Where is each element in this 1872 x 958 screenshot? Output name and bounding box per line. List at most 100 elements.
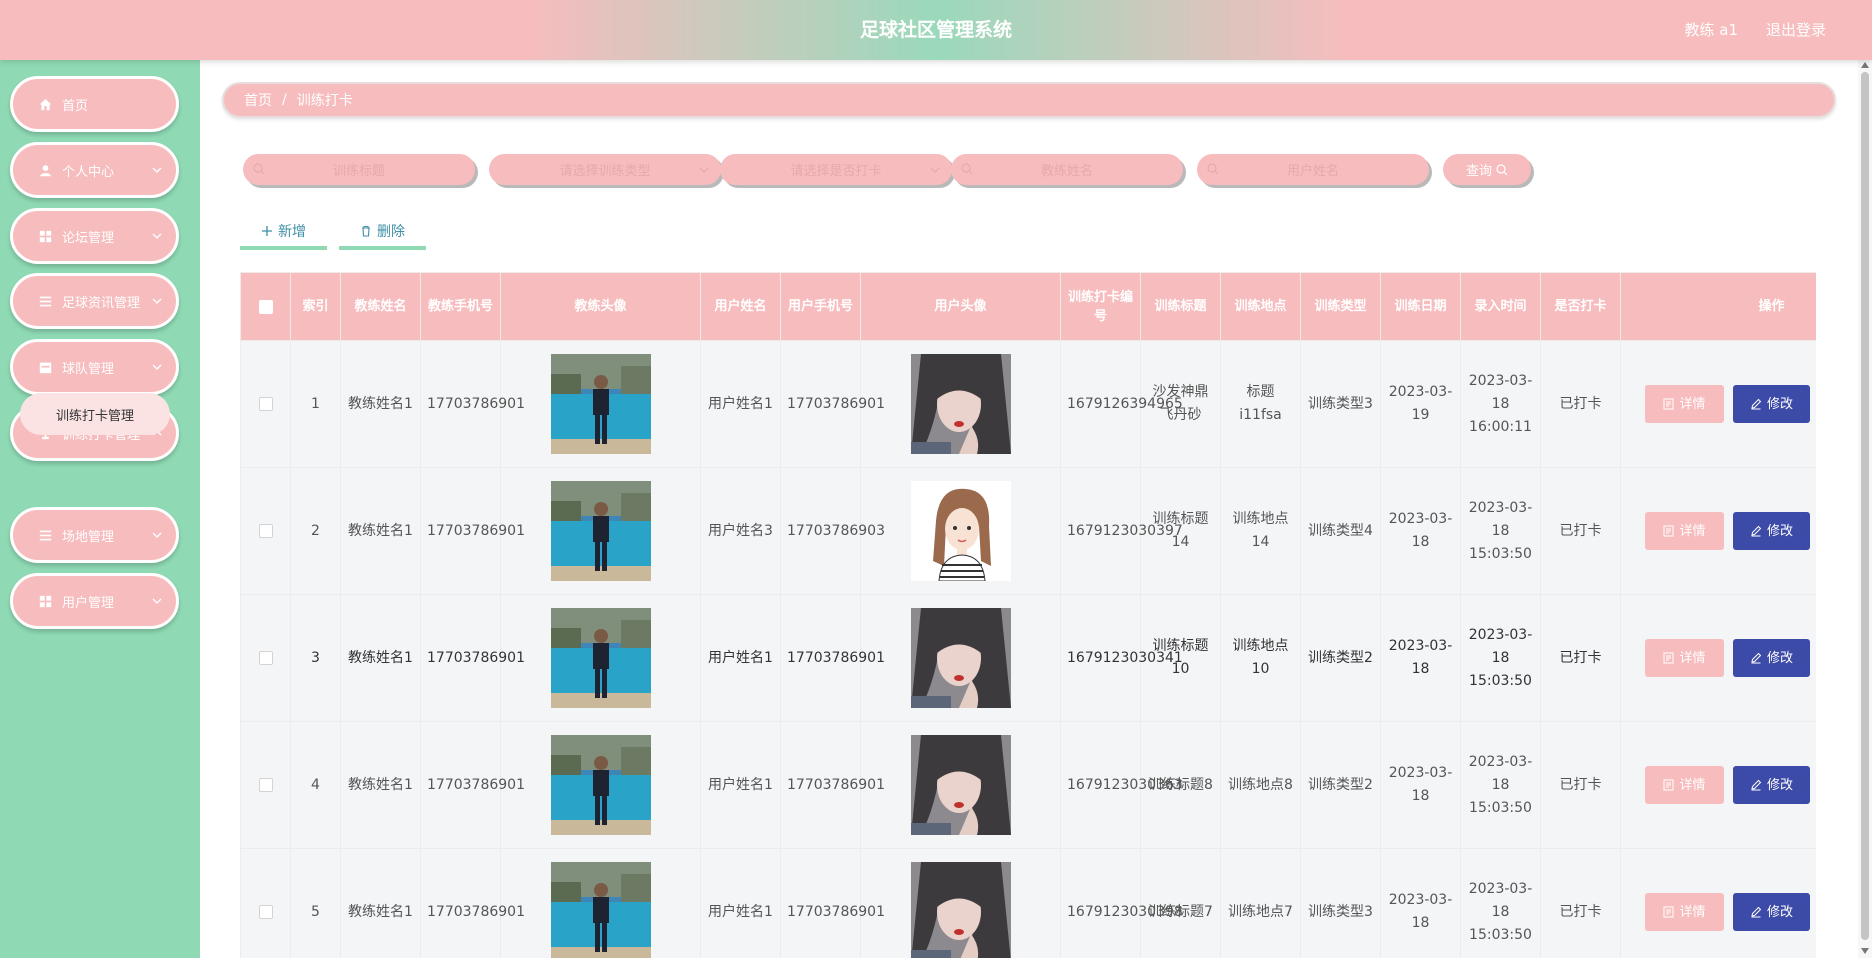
type-cell: 训练类型3 xyxy=(1300,340,1381,468)
edit-label: 修改 xyxy=(1766,396,1793,412)
index-cell: 5 xyxy=(290,848,341,958)
logout-link[interactable]: 退出登录 xyxy=(1766,0,1826,60)
sidebar-item-home[interactable]: 首页 xyxy=(10,76,179,132)
row-checkbox[interactable] xyxy=(258,523,273,538)
date-cell: 2023-03-18 xyxy=(1380,721,1461,849)
code-cell: 1679123030341 xyxy=(1060,594,1183,722)
coach-avatar-cell xyxy=(500,848,701,958)
document-icon xyxy=(1663,398,1674,410)
sidebar-item-profile[interactable]: 个人中心 xyxy=(10,142,179,198)
sidebar-item-forum[interactable]: 论坛管理 xyxy=(10,208,179,264)
sidebar-item-label: 足球资讯管理 xyxy=(62,295,141,311)
edit-button[interactable]: 修改 xyxy=(1733,893,1810,931)
scroll-thumb[interactable] xyxy=(1861,72,1869,940)
detail-button[interactable]: 详情 xyxy=(1645,766,1724,804)
user-search-input[interactable]: 用户姓名 xyxy=(1197,154,1429,185)
coach-phone-cell: 17703786901 xyxy=(420,467,525,595)
row-checkbox[interactable] xyxy=(258,777,273,792)
user-avatar xyxy=(910,862,1011,958)
select-all-checkbox[interactable] xyxy=(258,299,273,314)
coach-avatar xyxy=(550,608,651,708)
sidebar-item-team[interactable]: 球队管理 xyxy=(10,339,179,395)
document-icon xyxy=(1663,906,1674,918)
date-cell: 2023-03-18 xyxy=(1380,848,1461,958)
coach-avatar-cell xyxy=(500,721,701,849)
breadcrumb-current: 训练打卡 xyxy=(296,93,353,109)
row-checkbox[interactable] xyxy=(258,396,273,411)
operations-cell: 详情 修改 xyxy=(1620,467,1816,595)
coach-avatar-cell xyxy=(500,340,701,468)
user-avatar-cell xyxy=(860,594,1061,722)
place-cell: 训练地点14 xyxy=(1220,467,1301,595)
add-button[interactable]: 新增 xyxy=(240,216,327,250)
user-phone-cell: 17703786901 xyxy=(780,594,885,722)
row-select-cell[interactable] xyxy=(240,594,291,722)
select-all-header[interactable] xyxy=(240,272,291,341)
column-header: 用户姓名 xyxy=(700,272,781,341)
created-cell: 2023-03-18 16:00:11 xyxy=(1460,340,1541,468)
checked-cell: 已打卡 xyxy=(1540,721,1621,849)
type-select[interactable]: 请选择训练类型 xyxy=(489,154,721,185)
column-header: 是否打卡 xyxy=(1540,272,1621,341)
detail-button[interactable]: 详情 xyxy=(1645,639,1724,677)
detail-button[interactable]: 详情 xyxy=(1645,512,1724,550)
sidebar-item-news[interactable]: 足球资讯管理 xyxy=(10,273,179,329)
coach-phone-cell: 17703786901 xyxy=(420,721,525,849)
edit-button[interactable]: 修改 xyxy=(1733,512,1810,550)
user-search-placeholder: 用户姓名 xyxy=(1286,164,1339,179)
sidebar-item-venue[interactable]: 场地管理 xyxy=(10,507,179,563)
user-avatar-cell xyxy=(860,848,1061,958)
user-name-cell: 用户姓名3 xyxy=(700,467,781,595)
edit-button[interactable]: 修改 xyxy=(1733,385,1810,423)
detail-label: 详情 xyxy=(1679,396,1706,412)
checked-select[interactable]: 请选择是否打卡 xyxy=(720,154,952,185)
scroll-down-arrow[interactable] xyxy=(1861,948,1869,954)
created-cell: 2023-03-18 15:03:50 xyxy=(1460,721,1541,849)
query-button[interactable]: 查询 xyxy=(1443,154,1531,185)
delete-button[interactable]: 删除 xyxy=(339,216,426,250)
detail-label: 详情 xyxy=(1679,777,1706,793)
edit-button[interactable]: 修改 xyxy=(1733,766,1810,804)
column-header: 教练手机号 xyxy=(420,272,501,341)
detail-button[interactable]: 详情 xyxy=(1645,385,1724,423)
row-select-cell[interactable] xyxy=(240,848,291,958)
delete-label: 删除 xyxy=(377,224,405,240)
code-cell: 1679123030398 xyxy=(1060,848,1183,958)
created-cell: 2023-03-18 15:03:50 xyxy=(1460,848,1541,958)
place-cell: 训练地点8 xyxy=(1220,721,1301,849)
scroll-up-arrow[interactable] xyxy=(1861,62,1869,68)
sidebar-item-users[interactable]: 用户管理 xyxy=(10,573,179,629)
type-cell: 训练类型2 xyxy=(1300,721,1381,849)
date-cell: 2023-03-19 xyxy=(1380,340,1461,468)
chevron-down-icon xyxy=(699,167,709,173)
list-icon xyxy=(38,294,52,308)
row-select-cell[interactable] xyxy=(240,467,291,595)
submenu-item-training[interactable]: 训练打卡管理 xyxy=(20,393,170,435)
date-cell: 2023-03-18 xyxy=(1380,594,1461,722)
breadcrumb-separator: / xyxy=(282,92,287,108)
grid-icon xyxy=(38,594,52,608)
row-select-cell[interactable] xyxy=(240,721,291,849)
detail-button[interactable]: 详情 xyxy=(1645,893,1724,931)
row-checkbox[interactable] xyxy=(258,650,273,665)
row-select-cell[interactable] xyxy=(240,340,291,468)
user-name-cell: 用户姓名1 xyxy=(700,594,781,722)
row-checkbox[interactable] xyxy=(258,904,273,919)
list-icon xyxy=(38,528,52,542)
code-cell: 1679123030363 xyxy=(1060,721,1183,849)
column-header: 训练打卡编号 xyxy=(1060,272,1141,341)
sidebar-item-label: 球队管理 xyxy=(62,361,115,377)
search-icon xyxy=(1207,163,1219,175)
page-scrollbar[interactable] xyxy=(1858,60,1872,958)
coach-search-input[interactable]: 教练姓名 xyxy=(951,154,1183,185)
edit-button[interactable]: 修改 xyxy=(1733,639,1810,677)
column-header: 训练地点 xyxy=(1220,272,1301,341)
coach-avatar-cell xyxy=(500,467,701,595)
pencil-icon xyxy=(1751,525,1762,537)
title-search-input[interactable]: 训练标题 xyxy=(243,154,475,185)
created-cell: 2023-03-18 15:03:50 xyxy=(1460,467,1541,595)
title-search-placeholder: 训练标题 xyxy=(332,164,385,179)
user-avatar-cell xyxy=(860,467,1061,595)
coach-avatar xyxy=(550,862,651,958)
breadcrumb-home[interactable]: 首页 xyxy=(244,90,272,110)
